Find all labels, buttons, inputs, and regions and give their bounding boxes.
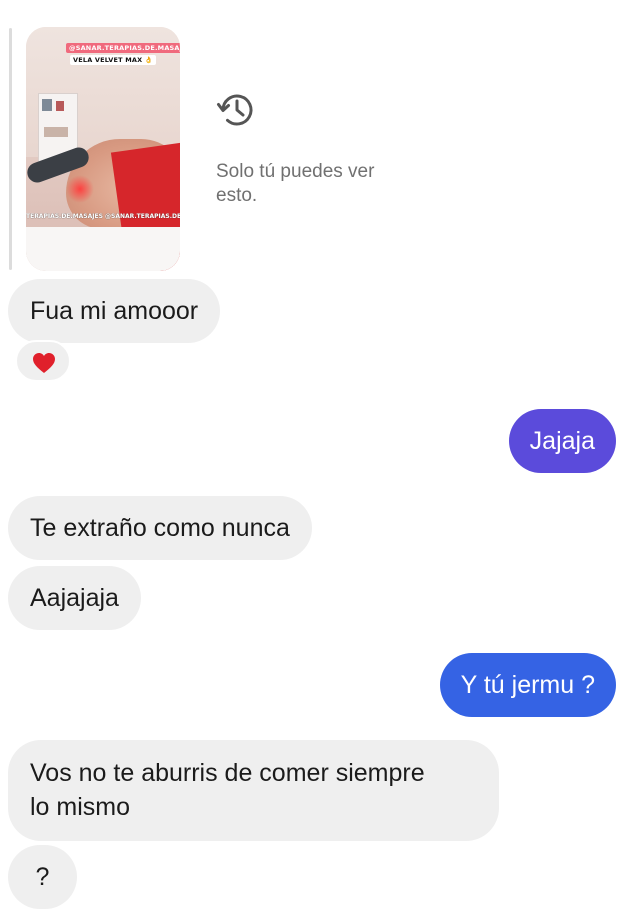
message-bubble-outgoing[interactable]: Jajaja <box>508 409 616 473</box>
message-bubble-incoming[interactable]: ? <box>8 845 77 909</box>
thumbnail-shelf-item <box>42 99 52 111</box>
thumbnail-shelf-item <box>44 127 68 137</box>
message-text-line: Vos no te aburris de comer siempre <box>30 759 425 787</box>
thumbnail-red-light <box>66 175 94 203</box>
thumbnail-product-tag: VELA VELVET MAX 👌 <box>70 55 157 65</box>
heart-reaction[interactable] <box>15 340 71 382</box>
story-reply-bar <box>9 28 12 270</box>
heart-icon <box>33 353 55 373</box>
message-bubble-incoming[interactable]: Fua mi amooor <box>8 279 221 343</box>
thumbnail-shelf-item <box>56 101 64 111</box>
thumbnail-watermark: TERAPIAS.DE.MASAJES @SANAR.TERAPIAS.DE.M… <box>26 213 180 220</box>
story-thumbnail[interactable]: @SANAR.TERAPIAS.DE.MASAJES ✨🍒 VELA VELVE… <box>26 27 180 271</box>
history-icon <box>216 89 258 131</box>
message-bubble-outgoing[interactable]: Y tú jermu ? <box>439 653 616 717</box>
message-bubble-incoming[interactable]: Aajajaja <box>8 566 141 630</box>
thumbnail-towel <box>26 227 180 271</box>
thumbnail-handle-tag: @SANAR.TERAPIAS.DE.MASAJES ✨🍒 <box>66 43 180 53</box>
message-bubble-incoming[interactable]: Vos no te aburris de comer siempre lo mi… <box>8 740 499 841</box>
story-privacy-note: Solo tú puedes ver esto. <box>216 161 375 206</box>
message-bubble-incoming[interactable]: Te extraño como nunca <box>8 496 312 560</box>
message-text-line: lo mismo <box>30 793 131 821</box>
